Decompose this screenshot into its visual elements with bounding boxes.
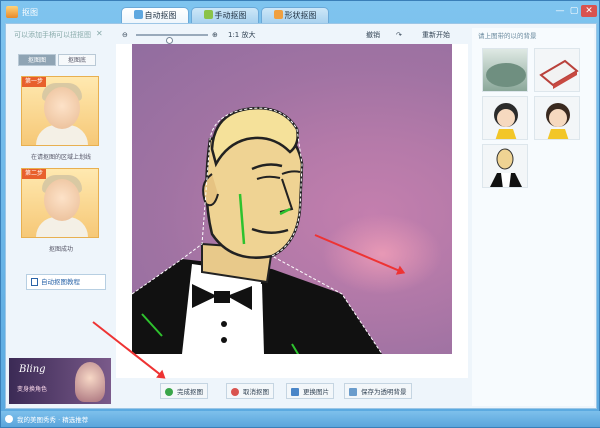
save-icon <box>349 388 357 396</box>
step2-thumbnail: 第二步 <box>21 168 99 238</box>
subtab-cutout[interactable]: 抠图图 <box>18 54 56 66</box>
bg-asset-giftbox[interactable] <box>534 48 580 92</box>
baby-face <box>44 179 80 221</box>
step1-thumbnail: 第一步 <box>21 76 99 146</box>
cartoon-girl-thumbnail <box>494 103 518 139</box>
promo-title: Bling <box>19 364 46 375</box>
save-transparent-button[interactable]: 保存为透明背景 <box>344 383 412 399</box>
image-icon <box>291 388 299 396</box>
step2-caption: 抠图成功 <box>48 246 73 253</box>
title-bar: 抠图 自动抠图 手动抠图 形状抠图 — ▢ ✕ <box>1 1 600 23</box>
source-photo <box>132 44 452 354</box>
window-title: 抠图 <box>22 8 38 17</box>
status-bar: 我的美图秀秀 · 精选推荐 <box>1 411 600 427</box>
app-window: 抠图 自动抠图 手动抠图 形状抠图 — ▢ ✕ 可以添加手柄可以扭抠图 ✕ 抠图… <box>0 0 600 428</box>
action-bar: 完成抠图 取消抠图 更换图片 保存为透明背景 <box>116 380 468 402</box>
close-button[interactable]: ✕ <box>581 5 597 17</box>
canvas-toolbar: ⊖ ⊕ 1:1 放大 撤销 ↷ 重新开始 <box>116 28 468 44</box>
zoom-slider-knob[interactable] <box>166 37 173 44</box>
tuxedo-man-thumbnail <box>490 148 522 187</box>
undo-button[interactable]: 撤销 <box>366 28 380 42</box>
promo-subtitle: 变身换角色 <box>17 386 48 393</box>
minimize-button[interactable]: — <box>553 5 567 17</box>
giftbox-thumbnail <box>539 59 579 89</box>
tab-shape-cutout[interactable]: 形状抠图 <box>261 7 329 23</box>
step2-badge: 第二步 <box>22 169 47 179</box>
cartoon-girl-thumbnail <box>546 103 570 139</box>
sticker-girl-2[interactable] <box>534 96 580 140</box>
reset-button[interactable]: 重新开始 <box>422 28 450 42</box>
shape-icon <box>273 10 283 19</box>
replace-image-button[interactable]: 更换图片 <box>286 383 334 399</box>
baby-face <box>44 87 80 129</box>
instruction-panel: 可以添加手柄可以扭抠图 ✕ 抠图图 抠图底 第一步 在请抠图的区域上划线 第二步… <box>10 28 110 406</box>
step1-caption: 在请抠图的区域上划线 <box>30 154 91 161</box>
check-icon <box>165 388 173 396</box>
app-logo-icon <box>6 6 18 18</box>
library-title: 请上图带的以的背景 <box>478 32 537 40</box>
subtab-background[interactable]: 抠图底 <box>58 54 96 66</box>
tutorial-icon <box>31 278 38 286</box>
tab-manual-cutout[interactable]: 手动抠图 <box>191 7 259 23</box>
status-text: 我的美图秀秀 · 精选推荐 <box>17 416 89 424</box>
zoom-in-icon[interactable]: ⊕ <box>212 28 218 42</box>
sticker-girl-1[interactable] <box>482 96 528 140</box>
panel-close-button[interactable]: ✕ <box>96 29 103 38</box>
maximize-button[interactable]: ▢ <box>567 5 581 17</box>
background-library-panel: 请上图带的以的背景 <box>472 28 594 406</box>
promo-banner[interactable]: Bling 变身换角色 <box>9 358 111 404</box>
scissors-icon <box>203 10 213 19</box>
info-icon <box>5 415 13 423</box>
step1-badge: 第一步 <box>22 77 47 87</box>
promo-portrait <box>75 362 105 402</box>
tab-auto-cutout[interactable]: 自动抠图 <box>121 7 189 23</box>
cancel-cutout-button[interactable]: 取消抠图 <box>226 383 274 399</box>
zoom-out-icon[interactable]: ⊖ <box>122 28 128 42</box>
cartoon-man-illustration <box>132 106 442 354</box>
cancel-icon <box>231 388 239 396</box>
tutorial-button[interactable]: 自动抠图教程 <box>26 274 106 290</box>
bg-asset-landscape[interactable] <box>482 48 528 92</box>
landscape-thumbnail <box>486 63 526 87</box>
redo-icon[interactable]: ↷ <box>396 28 402 42</box>
main-content: 可以添加手柄可以扭抠图 ✕ 抠图图 抠图底 第一步 在请抠图的区域上划线 第二步… <box>5 23 597 409</box>
panel-title: 可以添加手柄可以扭抠图 <box>14 31 91 39</box>
actual-size-button[interactable]: 1:1 放大 <box>228 28 256 42</box>
finish-cutout-button[interactable]: 完成抠图 <box>160 383 208 399</box>
sticker-tuxedo[interactable] <box>482 144 528 188</box>
zoom-slider[interactable] <box>136 34 208 44</box>
magic-wand-icon <box>133 10 143 19</box>
editing-canvas[interactable] <box>116 44 468 378</box>
